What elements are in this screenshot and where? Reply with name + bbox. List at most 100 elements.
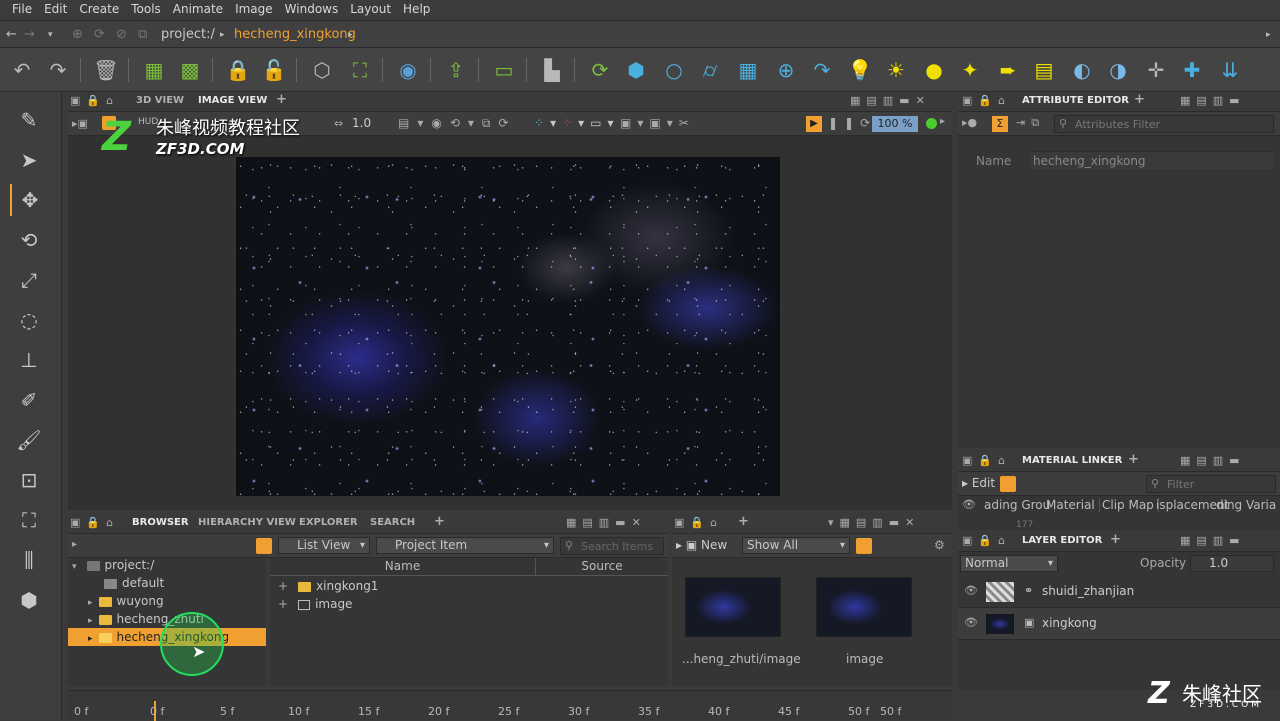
menu-animate[interactable]: Animate: [167, 2, 229, 16]
channel-icons[interactable]: ⁘▾⁘▾▭▾: [534, 116, 620, 130]
menu-tools[interactable]: Tools: [125, 2, 167, 16]
thumbnail[interactable]: [816, 577, 912, 637]
tab-3d-view[interactable]: 3D VIEW: [136, 95, 184, 106]
col-shading-group[interactable]: ading Grou: [984, 498, 1056, 512]
panel-lock-icon[interactable]: ▣🔒⌂: [962, 94, 1011, 107]
timeline[interactable]: 0 f 0 f 5 f 10 f 15 f 20 f 25 f 30 f 35 …: [68, 690, 952, 721]
group-icon[interactable]: ▦: [140, 56, 168, 84]
layer-row[interactable]: 👁 ⚭ shuidi_zhanjian: [958, 576, 1280, 608]
viewer-options-icon[interactable]: ▸▣: [72, 117, 88, 130]
globe-icon[interactable]: ⊕: [772, 56, 800, 84]
panel-lock-icon[interactable]: ▣🔒⌂: [674, 516, 723, 529]
tab-browser[interactable]: BROWSER: [132, 517, 189, 528]
spot-light-icon[interactable]: ✦: [956, 56, 984, 84]
locator-icon[interactable]: ✛: [1142, 56, 1170, 84]
visibility-icon[interactable]: 👁: [964, 584, 978, 597]
area-light-icon[interactable]: ▤: [1030, 56, 1058, 84]
menu-image[interactable]: Image: [229, 2, 279, 16]
attributes-filter[interactable]: ⚲ Attributes Filter: [1054, 115, 1274, 133]
viewer-menu-icon[interactable]: ▸: [940, 116, 945, 127]
col-name[interactable]: Name: [270, 558, 536, 576]
forward-icon[interactable]: →: [24, 25, 35, 45]
view-mode-dropdown[interactable]: List View: [278, 537, 370, 554]
drop-icon[interactable]: ⇊: [1216, 56, 1244, 84]
paint-icon[interactable]: ✐: [10, 384, 48, 416]
point-light-icon[interactable]: ●: [920, 56, 948, 84]
show-filter-dropdown[interactable]: Show All: [742, 537, 850, 554]
play-icon[interactable]: ▶: [806, 116, 822, 132]
tab-hierarchy-view[interactable]: HIERARCHY VIEW: [198, 517, 296, 528]
opacity-field[interactable]: 1.0: [1190, 555, 1274, 572]
history-dropdown-icon[interactable]: ▾: [48, 25, 53, 45]
menu-layout[interactable]: Layout: [344, 2, 397, 16]
layer-row[interactable]: 👁 ▣ xingkong: [958, 608, 1280, 640]
material-swatch-icon[interactable]: ⬢: [10, 584, 48, 616]
visibility-icon[interactable]: 👁: [962, 498, 976, 511]
col-shading-variation[interactable]: ding Varia: [1216, 498, 1276, 512]
back-icon[interactable]: ←: [6, 25, 17, 45]
panel-layout-icons[interactable]: ▦▤▥▬✕: [566, 516, 647, 529]
bounding-box-icon[interactable]: ⛶: [346, 56, 374, 84]
refresh-scene-icon[interactable]: ⟳: [586, 56, 614, 84]
panel-layout-icons[interactable]: ▦▤▥▬: [1180, 454, 1246, 467]
blend-mode-dropdown[interactable]: Normal: [960, 555, 1058, 572]
undo-icon[interactable]: ↶: [8, 56, 36, 84]
lock-icon[interactable]: 🔒: [224, 56, 252, 84]
cube-icon[interactable]: ⬢: [622, 56, 650, 84]
layer-editor-title[interactable]: LAYER EDITOR: [1022, 535, 1102, 546]
instance-icon[interactable]: ⬡: [308, 56, 336, 84]
stop-icon[interactable]: ⊘: [116, 25, 127, 45]
breadcrumb-next-icon[interactable]: ▸: [348, 25, 353, 45]
add-tab-icon[interactable]: +: [434, 514, 445, 529]
sun-icon[interactable]: ☀: [882, 56, 910, 84]
sphere-icon[interactable]: ○: [660, 56, 688, 84]
tab-image-view[interactable]: IMAGE VIEW: [198, 95, 267, 106]
delete-icon[interactable]: 🗑: [92, 56, 120, 84]
environment-icon[interactable]: ◐: [1068, 56, 1096, 84]
panel-layout-icons[interactable]: ▾▦▤▥▬✕: [828, 516, 920, 529]
add-tab-icon[interactable]: +: [738, 514, 749, 529]
ungroup-icon[interactable]: ▩: [176, 56, 204, 84]
settings-icon[interactable]: ⚙: [934, 538, 945, 552]
tab-search[interactable]: SEARCH: [370, 517, 415, 528]
panel-layout-icons[interactable]: ▦▤▥▬: [1180, 534, 1246, 547]
add-tab-icon[interactable]: +: [1110, 532, 1121, 547]
import-icon[interactable]: ◉: [394, 56, 422, 84]
new-folder-icon[interactable]: [256, 538, 272, 554]
tab-explorer[interactable]: EXPLORER: [299, 517, 358, 528]
browser-menu-icon[interactable]: ▸: [72, 539, 77, 550]
stamp-icon[interactable]: ⊥: [10, 344, 48, 376]
brush-icon[interactable]: 🖌: [10, 424, 48, 456]
snap-icon[interactable]: ⛶: [10, 504, 48, 536]
menu-edit[interactable]: Edit: [38, 2, 73, 16]
sky-icon[interactable]: ◑: [1104, 56, 1132, 84]
redo-icon[interactable]: ↷: [44, 56, 72, 84]
visibility-icon[interactable]: 👁: [964, 616, 978, 629]
list-item[interactable]: + image: [278, 595, 352, 613]
add-tab-icon[interactable]: +: [276, 92, 287, 107]
thumbnail[interactable]: [685, 577, 781, 637]
move-icon[interactable]: ✥: [10, 184, 48, 216]
tree-item-default[interactable]: default: [104, 574, 164, 592]
menu-help[interactable]: Help: [397, 2, 436, 16]
panel-lock-icon[interactable]: ▣🔒⌂: [962, 534, 1011, 547]
exposure-slider-icon[interactable]: ⇔: [334, 117, 343, 130]
tree-item-project[interactable]: ▾ project:/: [72, 556, 154, 574]
breadcrumb-current[interactable]: hecheng_xingkong: [234, 25, 356, 45]
eyedropper-icon[interactable]: ✎: [10, 104, 48, 136]
list-item[interactable]: + xingkong1: [278, 577, 378, 595]
thumbnail-mode-icon[interactable]: [856, 538, 872, 554]
attr-tool-icons[interactable]: ⇥⧉: [1016, 116, 1045, 130]
add-tab-icon[interactable]: +: [1128, 452, 1139, 467]
select-icon[interactable]: ➤: [10, 144, 48, 176]
filter-dropdown[interactable]: Project Item: [376, 537, 554, 554]
layer-name[interactable]: shuidi_zhanjian: [1042, 584, 1134, 598]
panel-lock-icon[interactable]: ▣🔒⌂: [962, 454, 1011, 467]
material-icon[interactable]: [1000, 476, 1016, 492]
material-filter[interactable]: ⚲ Filter: [1146, 475, 1276, 493]
attr-menu-icon[interactable]: ▸●: [962, 116, 977, 129]
curve-icon[interactable]: ↷: [808, 56, 836, 84]
breadcrumb-root[interactable]: project:/: [161, 25, 215, 45]
script-icon[interactable]: ▭: [490, 56, 518, 84]
new-button[interactable]: ▸ ▣ New: [676, 538, 727, 552]
